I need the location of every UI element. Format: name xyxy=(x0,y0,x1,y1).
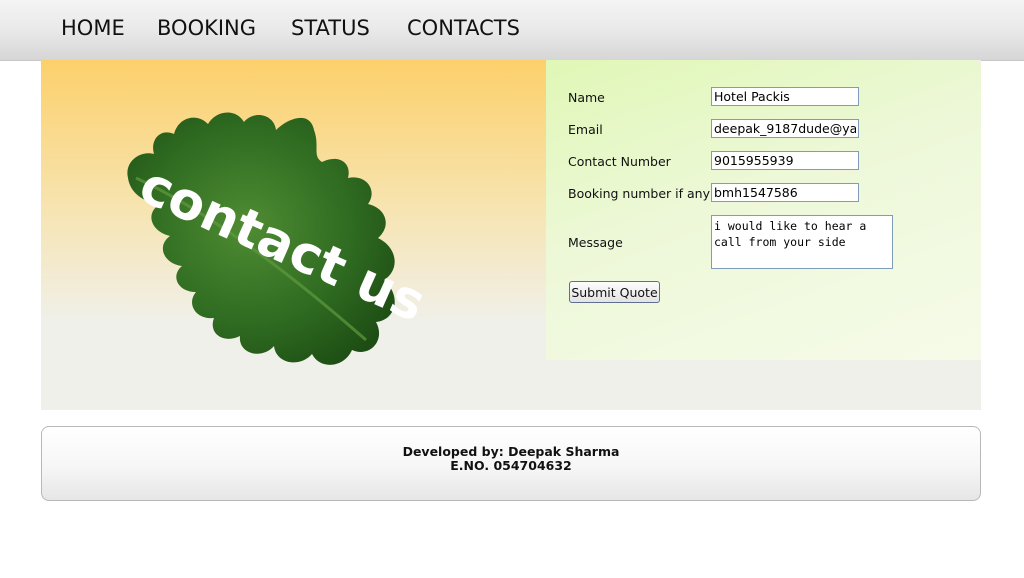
booking-number-label: Booking number if any xyxy=(568,186,710,201)
message-textarea[interactable]: i would like to hear a call from your si… xyxy=(711,215,893,269)
contact-number-input[interactable] xyxy=(711,151,859,170)
email-label: Email xyxy=(568,122,603,137)
main-content: contact us Name Email Contact Number Boo… xyxy=(41,60,981,410)
oak-leaf-icon: contact us xyxy=(127,112,434,365)
footer-developer-credit: Developed by: Deepak Sharma xyxy=(402,444,620,459)
message-label: Message xyxy=(568,235,623,250)
contact-us-banner: contact us xyxy=(41,60,546,410)
submit-quote-button[interactable]: Submit Quote xyxy=(569,281,660,303)
name-label: Name xyxy=(568,90,605,105)
email-input[interactable] xyxy=(711,119,859,138)
booking-number-input[interactable] xyxy=(711,183,859,202)
contact-number-label: Contact Number xyxy=(568,154,671,169)
leaf-image: contact us xyxy=(116,100,434,370)
name-input[interactable] xyxy=(711,87,859,106)
nav-booking-link[interactable]: BOOKING xyxy=(157,16,256,40)
footer-enrollment-number: E.NO. 054704632 xyxy=(450,458,572,473)
nav-contacts-link[interactable]: CONTACTS xyxy=(407,16,520,40)
page-footer: Developed by: Deepak Sharma E.NO. 054704… xyxy=(41,426,981,501)
nav-status-link[interactable]: STATUS xyxy=(291,16,370,40)
nav-home-link[interactable]: HOME xyxy=(61,16,125,40)
contact-form: Name Email Contact Number Booking number… xyxy=(546,60,981,360)
top-navigation: HOME BOOKING STATUS CONTACTS xyxy=(0,0,1024,61)
